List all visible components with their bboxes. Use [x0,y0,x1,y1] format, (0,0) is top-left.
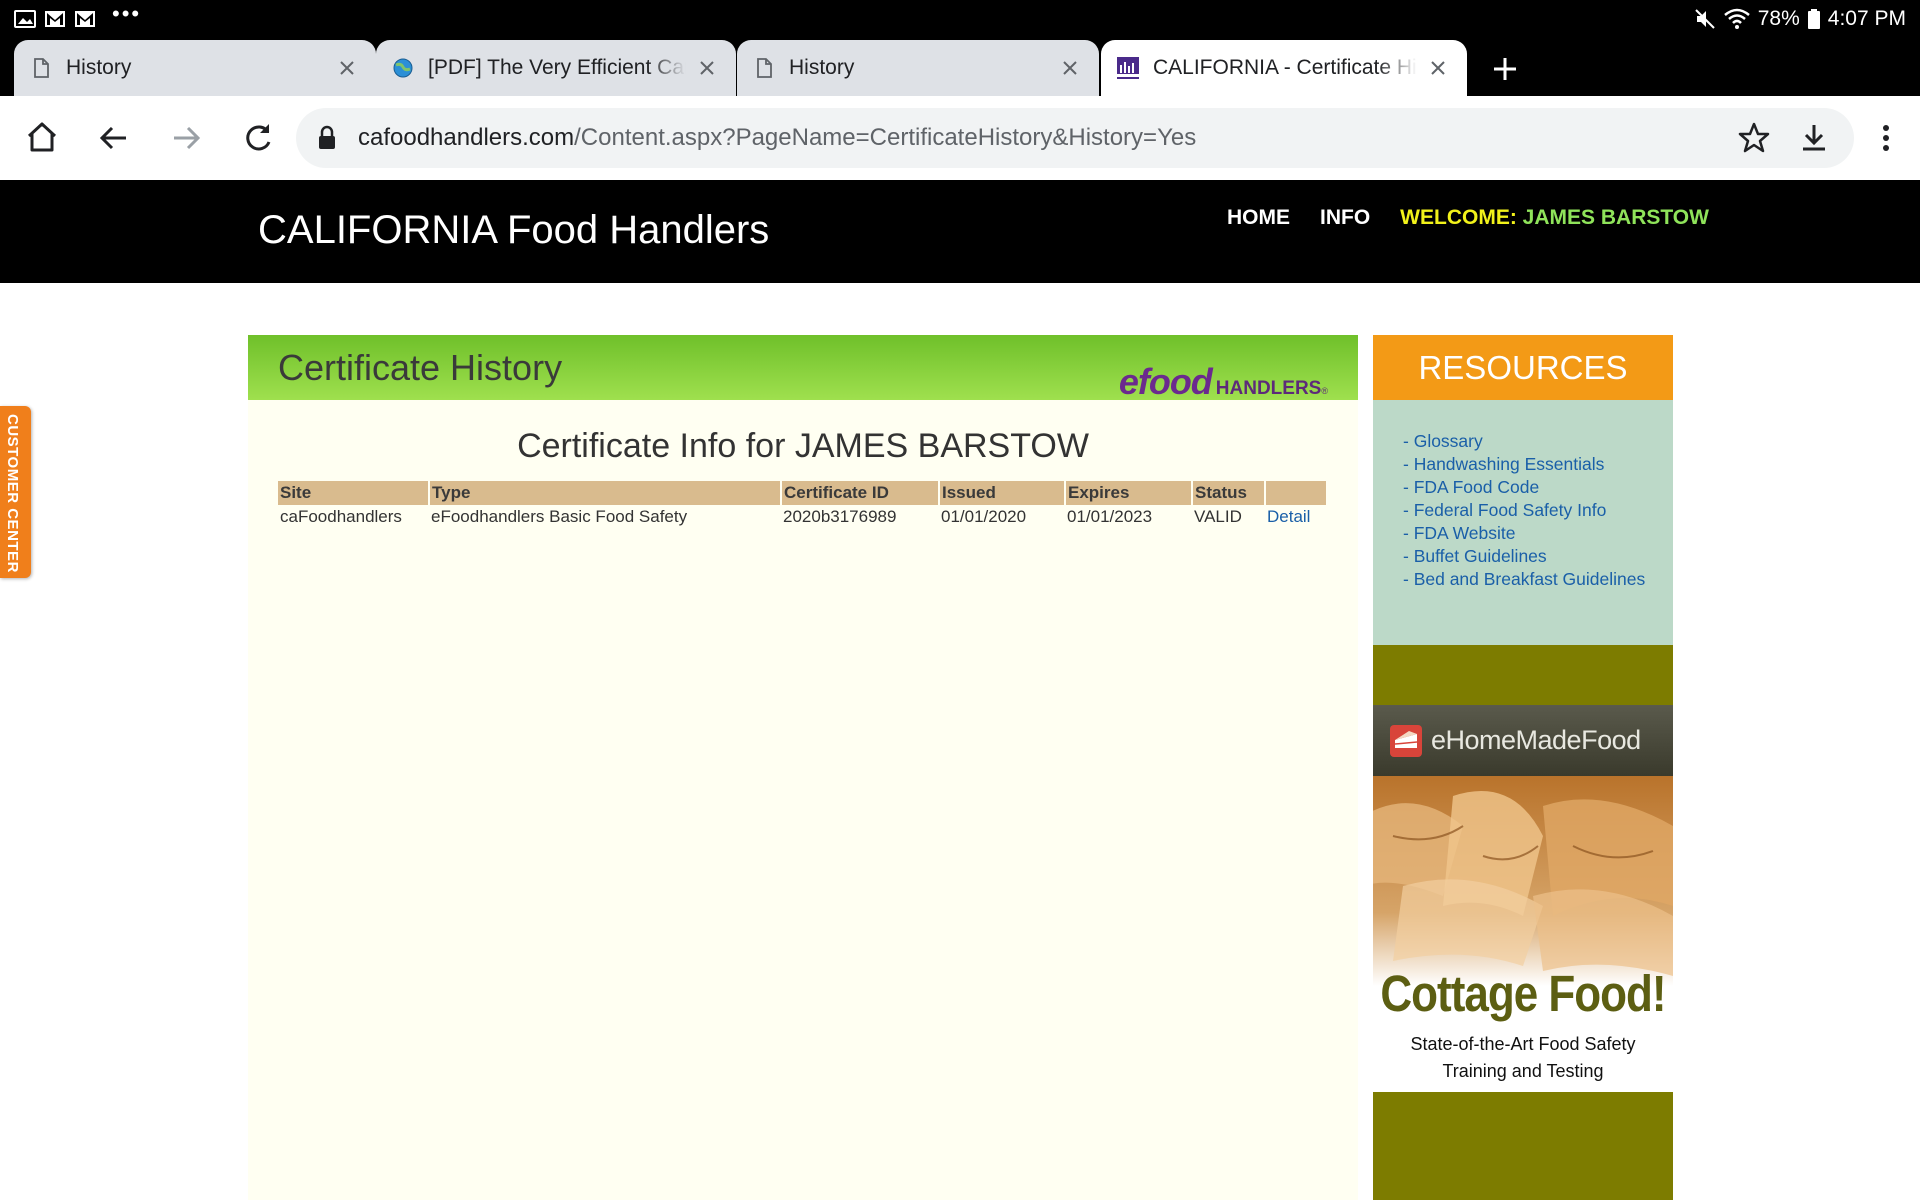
certificate-panel: Certificate History efood HANDLERS ® Cer… [248,335,1358,1200]
resource-item-federal-food-safety[interactable]: - Federal Food Safety Info [1403,499,1653,522]
table-header-row: Site Type Certificate ID Issued Expires … [278,481,1328,505]
new-tab-plus-icon[interactable] [1488,52,1522,86]
certificate-heading: Certificate Info for JAMES BARSTOW [517,427,1089,465]
resource-item-bed-and-breakfast[interactable]: - Bed and Breakfast Guidelines [1403,568,1653,591]
browser-toolbar: cafoodhandlers.com/Content.aspx?PageName… [0,96,1920,180]
resource-item-handwashing[interactable]: - Handwashing Essentials [1403,453,1653,476]
nav-info-link[interactable]: INFO [1320,206,1370,230]
close-icon[interactable] [334,55,360,81]
resources-sidebar: RESOURCES - Glossary - Handwashing Essen… [1373,335,1673,645]
menu-kebab-icon[interactable] [1866,118,1906,158]
cell-status: VALID [1194,507,1242,526]
notification-icons: ••• [14,1,142,29]
certificate-table: Site Type Certificate ID Issued Expires … [278,481,1328,529]
gmail-icon [75,11,95,27]
back-arrow-icon[interactable] [94,118,134,158]
url-path: /Content.aspx?PageName=CertificateHistor… [574,124,1197,151]
resource-item-glossary[interactable]: - Glossary [1403,430,1653,453]
ad-header: eHomeMadeFood [1373,705,1673,776]
resource-item-buffet-guidelines[interactable]: - Buffet Guidelines [1403,545,1653,568]
address-bar[interactable]: cafoodhandlers.com/Content.aspx?PageName… [296,108,1854,168]
cake-logo-icon [1390,724,1422,757]
resources-title: RESOURCES [1373,335,1673,400]
col-type: Type [429,481,782,505]
ad-brand: eHomeMadeFood [1431,725,1641,755]
cell-expires: 01/01/2023 [1067,507,1153,526]
site-nav: HOME INFO WELCOME: JAMES BARSTOW [1227,206,1709,230]
welcome-user[interactable]: WELCOME: JAMES BARSTOW [1400,206,1709,230]
tab-title: History [66,56,132,79]
table-row: caFoodhandlers eFoodhandlers Basic Food … [278,505,1327,529]
resource-item-fda-website[interactable]: - FDA Website [1403,522,1653,545]
lock-icon[interactable] [316,125,338,151]
download-icon[interactable] [1794,118,1834,158]
nav-home-link[interactable]: HOME [1227,206,1290,230]
clock: 4:07 PM [1827,7,1906,30]
forward-arrow-icon[interactable] [166,118,206,158]
more-notifications-icon: ••• [112,1,142,26]
ehomemadefood-ad[interactable]: eHomeMadeFood Cottage Food! State-of-the… [1373,705,1673,1092]
reload-icon[interactable] [238,118,278,158]
col-site: Site [278,481,430,505]
close-icon[interactable] [694,55,720,81]
gallery-icon [14,10,36,28]
site-title[interactable]: CALIFORNIA Food Handlers [258,208,769,253]
col-expires: Expires [1065,481,1193,505]
page-title: Certificate History [278,347,563,388]
tab-title: [PDF] The Very Efficient Carpenter [428,56,686,79]
customer-center-tab[interactable]: CUSTOMER CENTER [0,406,31,578]
tab-pdf[interactable]: [PDF] The Very Efficient Carpenter [376,40,736,96]
gmail-icon [45,11,65,27]
tab-title: CALIFORNIA - Certificate History [1153,56,1417,79]
system-status: 78% 4:07 PM [1694,7,1906,31]
col-action [1265,481,1328,505]
wifi-icon [1723,8,1750,29]
home-icon[interactable] [22,118,62,158]
brand-handlers: HANDLERS [1215,378,1322,399]
tab-history-2[interactable]: History [737,40,1099,96]
bookmark-star-icon[interactable] [1734,118,1774,158]
ad-subtitle: State-of-the-Art Food Safety Training an… [1410,1034,1636,1081]
tamales-photo [1373,776,1673,986]
col-status: Status [1192,481,1266,505]
battery-percent: 78% [1757,7,1800,30]
url-host: cafoodhandlers.com [358,124,575,151]
cell-type: eFoodhandlers Basic Food Safety [431,507,688,526]
mute-icon [1695,9,1715,29]
efoodhandlers-logo: efood HANDLERS ® [1119,361,1328,403]
efoodhandlers-favicon-icon [1117,57,1139,79]
brand-efood: efood [1118,361,1213,402]
col-certificate-id: Certificate ID [781,481,940,505]
globe-icon [393,58,413,78]
ad-area: eHomeMadeFood Cottage Food! State-of-the… [1373,645,1673,1200]
close-icon[interactable] [1425,55,1451,81]
welcome-name: JAMES BARSTOW [1522,206,1709,229]
page-icon [757,58,772,78]
welcome-label: WELCOME: [1400,206,1517,229]
cell-site: caFoodhandlers [280,507,402,526]
tab-certificate-history[interactable]: CALIFORNIA - Certificate History [1101,40,1467,96]
brand-registered: ® [1321,386,1328,396]
resource-item-fda-food-code[interactable]: - FDA Food Code [1403,476,1653,499]
resources-list: - Glossary - Handwashing Essentials - FD… [1373,400,1673,591]
tab-history-1[interactable]: History [14,40,376,96]
cell-certificate-id: 2020b3176989 [783,507,897,526]
ad-headline: Cottage Food! [1380,966,1666,1023]
status-bar: ••• 78% 4:07 PM [0,0,1920,38]
page-icon [34,58,49,78]
battery-icon [1807,9,1820,29]
close-icon[interactable] [1057,55,1083,81]
site-header: CALIFORNIA Food Handlers HOME INFO WELCO… [0,180,1920,283]
cell-issued: 01/01/2020 [941,507,1027,526]
tab-strip: History [PDF] The Very Efficient Carpent… [0,38,1920,96]
detail-link[interactable]: Detail [1267,507,1310,526]
customer-center-label: CUSTOMER CENTER [4,414,21,573]
panel-banner: Certificate History efood HANDLERS ® [248,335,1358,403]
col-issued: Issued [939,481,1066,505]
tab-title: History [789,56,855,79]
